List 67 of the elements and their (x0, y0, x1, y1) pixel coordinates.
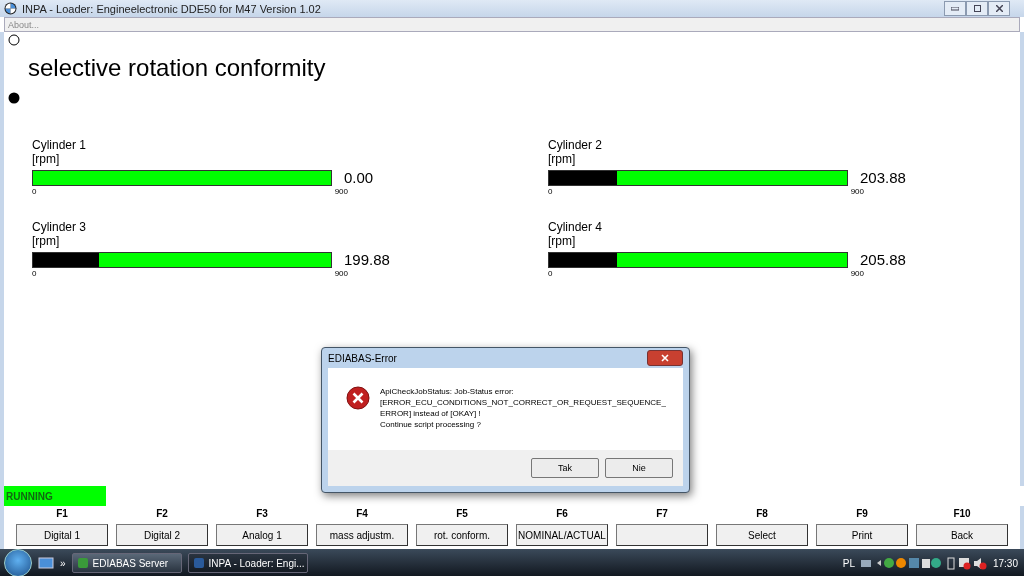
key-label: F6 (556, 508, 568, 520)
scale-min: 0 (548, 269, 553, 278)
tray-icons-drawing[interactable] (860, 556, 941, 570)
scale-min: 0 (32, 187, 37, 196)
gauge-value: 199.88 (344, 251, 390, 268)
function-button[interactable]: Back (916, 524, 1008, 546)
overflow-chevron[interactable]: » (60, 557, 66, 569)
maximize-icon (973, 5, 981, 12)
taskbar-button[interactable]: EDIABAS Server (71, 553, 182, 573)
gauge-unit: [rpm] (32, 152, 61, 166)
close-button[interactable] (647, 350, 683, 366)
language-indicator[interactable]: PL (842, 557, 855, 569)
start-button[interactable] (4, 549, 32, 576)
close-button[interactable] (988, 1, 1010, 16)
function-button[interactable]: Digital 1 (16, 524, 108, 546)
scale-max: 900 (334, 187, 348, 196)
gauge-label: Cylinder 2 (548, 138, 604, 152)
function-button[interactable]: Select (716, 524, 808, 546)
gauge-unit: [rpm] (548, 152, 577, 166)
scale-max: 900 (850, 187, 864, 196)
function-button[interactable]: mass adjustm. (316, 524, 408, 546)
gauge-unit: [rpm] (32, 234, 61, 248)
key-label: F1 (56, 508, 68, 520)
app-icon (192, 557, 205, 569)
error-icon (346, 386, 370, 410)
key-label: F7 (656, 508, 668, 520)
function-button[interactable]: Print (816, 524, 908, 546)
function-button[interactable]: Analog 1 (216, 524, 308, 546)
minimize-icon (951, 6, 959, 11)
key-label: F10 (953, 508, 971, 520)
dialog-button[interactable]: Tak (531, 458, 599, 478)
status-indicator: RUNNING (4, 486, 106, 506)
gauge-value: 205.88 (860, 251, 906, 268)
clock: 17:30 (992, 557, 1018, 569)
error-message: ApiCheckJobStatus: Job-Status error: [ERROR_ECU_CONDITIONS_NOT_CORRECT_OR_REQUEST_SEQUENCE_ ERROR] instead of [OKAY] ! Continue script processing ? (380, 386, 666, 431)
key-label: F5 (456, 508, 468, 520)
dialog-title: EDIABAS-Error (328, 352, 397, 364)
scale-max: 900 (334, 269, 348, 278)
scale-min: 0 (32, 269, 37, 278)
function-button[interactable]: Digital 2 (116, 524, 208, 546)
scale-min: 0 (548, 187, 553, 196)
gauge-label: Cylinder 3 (32, 220, 88, 234)
close-icon (995, 5, 1003, 12)
gauge-label: Cylinder 4 (548, 220, 604, 234)
function-button[interactable]: NOMINAL/ACTUAL (516, 524, 608, 546)
taskbar-button[interactable]: INPA - Loader: Engi... (187, 553, 308, 573)
dot-icon (8, 92, 20, 104)
system-icons-drawing[interactable] (946, 556, 987, 570)
key-label: F3 (256, 508, 268, 520)
key-label: F4 (356, 508, 368, 520)
close-icon (661, 354, 669, 362)
screen-title: selective rotation conformity (28, 54, 327, 82)
key-label: F9 (856, 508, 868, 520)
dialog-button[interactable]: Nie (605, 458, 673, 478)
scale-max: 900 (850, 269, 864, 278)
gauge-unit: [rpm] (548, 234, 577, 248)
window-title: INPA - Loader: Engineelectronic DDE50 for M47 Version 1.02 (22, 2, 322, 15)
gauge-label: Cylinder 1 (32, 138, 88, 152)
function-button[interactable] (616, 524, 708, 546)
maximize-button[interactable] (966, 1, 988, 16)
function-button[interactable]: rot. conform. (416, 524, 508, 546)
app-icon (76, 557, 89, 569)
gauge-value: 203.88 (860, 169, 906, 186)
gauge-value: 0.00 (344, 169, 374, 186)
logo-icon (4, 2, 17, 15)
key-label: F8 (756, 508, 768, 520)
key-label: F2 (156, 508, 168, 520)
